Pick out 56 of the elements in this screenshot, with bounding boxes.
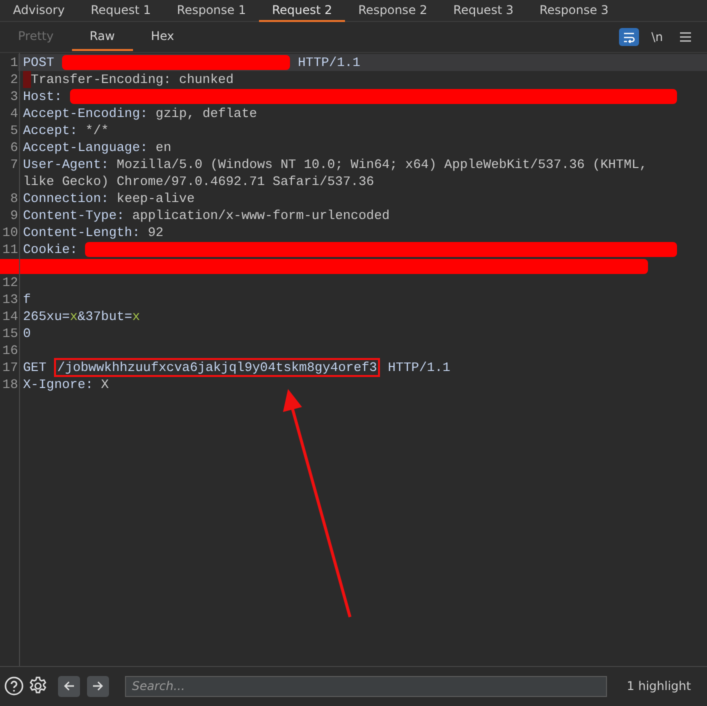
code-line: Content-Type: application/x-www-form-urlencoded xyxy=(22,207,391,224)
line-number: 1 xyxy=(9,54,18,71)
message-tab[interactable]: Response 1 xyxy=(164,0,259,22)
code-text: Transfer-Encoding: chunked xyxy=(30,72,234,87)
line-number: 13 xyxy=(1,291,18,308)
line-number: 9 xyxy=(9,207,18,224)
line-number: 4 xyxy=(9,105,18,122)
line-number: 6 xyxy=(9,139,18,156)
code-line: 0 xyxy=(22,325,32,342)
code-line: Content-Length: 92 xyxy=(22,224,164,241)
line-number: 2 xyxy=(9,71,18,88)
code-text: GET xyxy=(23,360,46,375)
message-tab[interactable]: Advisory xyxy=(0,0,78,22)
code-line: Connection: keep-alive xyxy=(22,190,196,207)
next-button[interactable] xyxy=(87,676,109,696)
line-number: 7 xyxy=(9,156,18,174)
line-number: 14 xyxy=(1,308,18,325)
line-number: 8 xyxy=(9,190,18,207)
help-icon[interactable] xyxy=(4,676,24,696)
line-number: 17 xyxy=(1,359,18,376)
code-line: Accept: */* xyxy=(22,122,110,139)
code-line: X-Ignore: X xyxy=(22,376,110,393)
newline-toggle[interactable]: \n xyxy=(651,28,663,46)
line-number: 16 xyxy=(1,342,18,359)
code-line: Accept-Language: en xyxy=(22,139,172,156)
code-text: Cookie: xyxy=(23,241,78,258)
code-text: POST xyxy=(23,55,54,70)
previous-button[interactable] xyxy=(58,676,80,696)
message-tab[interactable]: Response 2 xyxy=(345,0,440,22)
whitespace-marker xyxy=(23,71,31,88)
view-tab[interactable]: Hex xyxy=(132,23,192,51)
line-number: 10 xyxy=(1,224,18,241)
line-number: 5 xyxy=(9,122,18,139)
code-text: HTTP/1.1 xyxy=(298,55,360,70)
line-number: 12 xyxy=(1,274,18,291)
highlighted-path: /jobwwkhhzuufxcva6jakjql9y04tskm8gy4oref3 xyxy=(54,358,380,377)
code-text: HTTP/1.1 xyxy=(388,360,450,375)
search-field[interactable]: Search... xyxy=(125,676,607,696)
menu-icon xyxy=(680,32,690,42)
message-tab[interactable]: Request 3 xyxy=(440,0,526,22)
line-number: 3 xyxy=(9,88,18,105)
code-line: Accept-Encoding: gzip, deflate xyxy=(22,105,258,122)
highlight-count: 1 highlight xyxy=(626,678,691,695)
line-number: 18 xyxy=(1,376,18,393)
code-text: Host: xyxy=(23,88,62,105)
message-tab[interactable]: Request 1 xyxy=(78,0,164,22)
line-number: 15 xyxy=(1,325,18,342)
code-line: f xyxy=(22,291,32,308)
left-arrow-icon xyxy=(63,680,75,692)
message-tab[interactable]: Response 3 xyxy=(526,0,622,22)
right-arrow-icon xyxy=(92,680,104,692)
line-number: 11 xyxy=(1,241,18,259)
settings-icon[interactable] xyxy=(28,676,48,696)
wrap-lines-icon xyxy=(623,32,636,42)
code-line: 265xu=x&37but=x xyxy=(22,308,142,325)
word-wrap-toggle[interactable] xyxy=(619,28,640,46)
